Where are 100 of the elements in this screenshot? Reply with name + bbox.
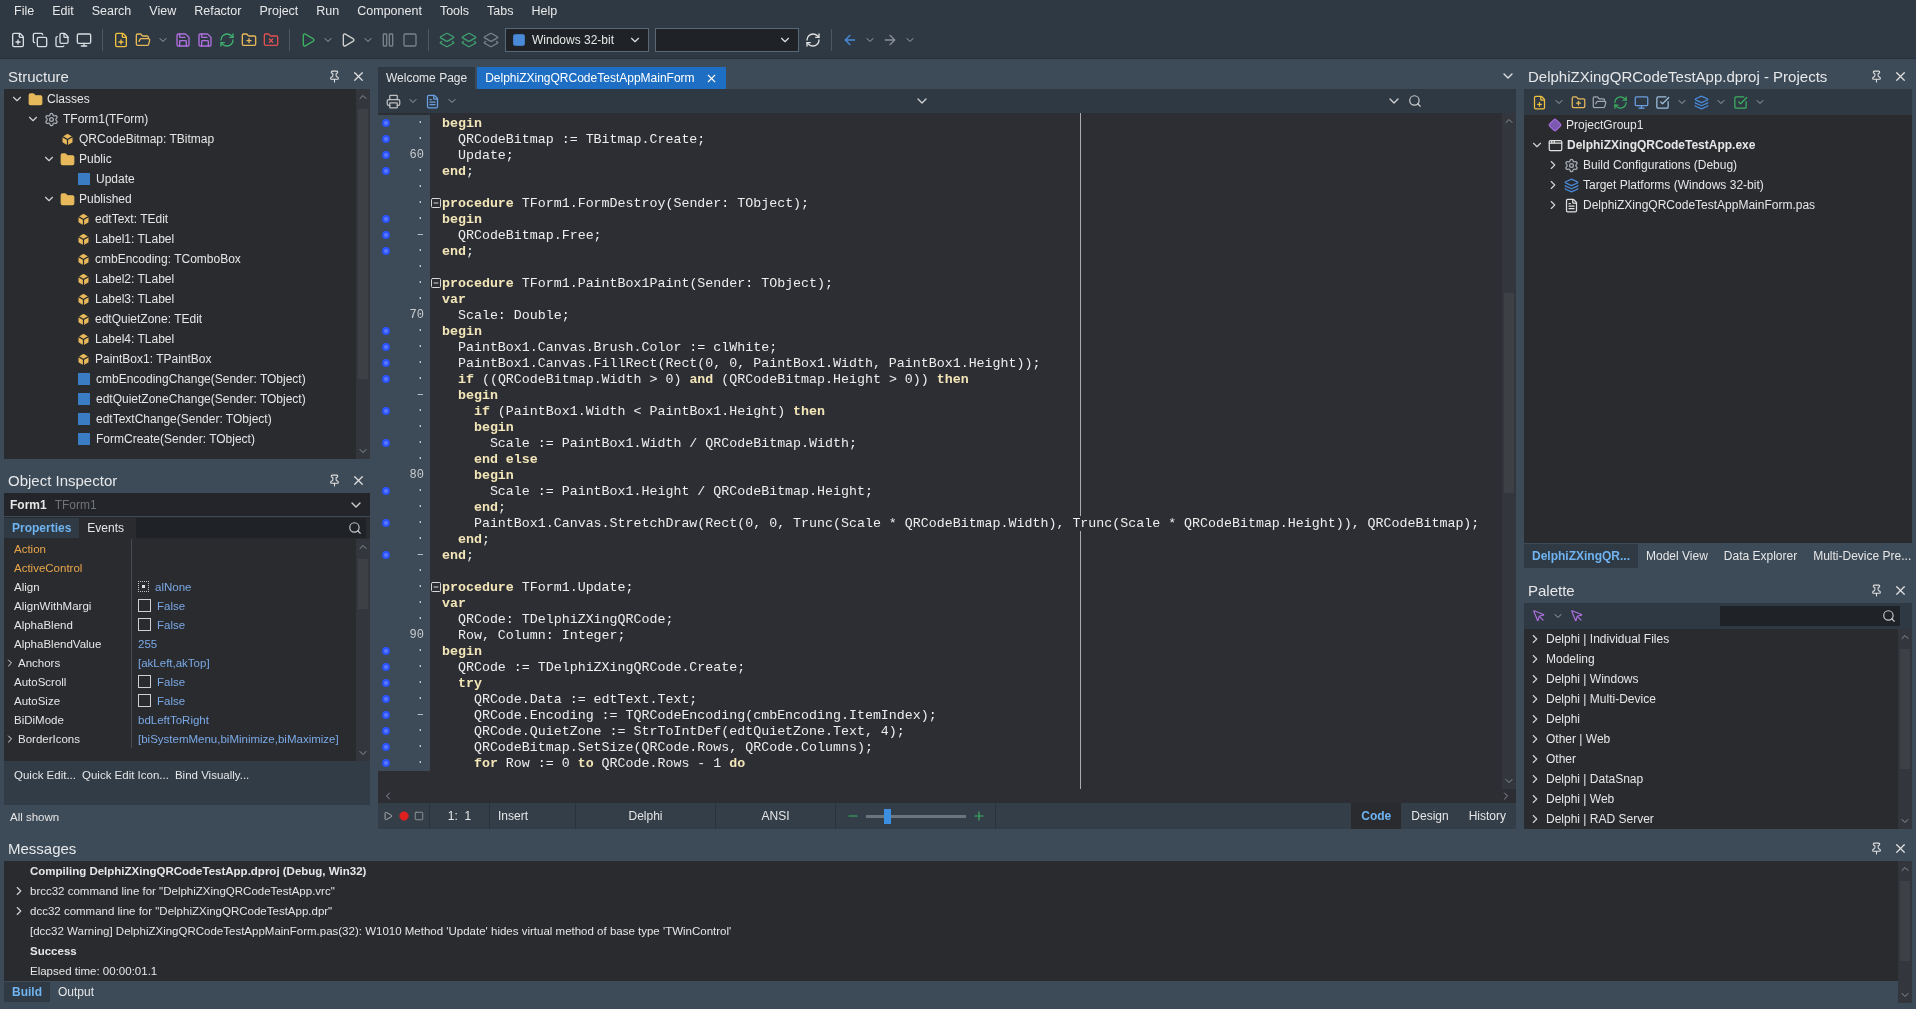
property-value[interactable]: False	[157, 599, 186, 612]
breakpoint-dot[interactable]	[382, 135, 390, 143]
property-name[interactable]: AutoScroll	[4, 672, 132, 691]
palette-category[interactable]: Other | Web	[1546, 732, 1611, 746]
property-name[interactable]: AutoSize	[4, 691, 132, 710]
refresh-icon[interactable]	[1613, 94, 1628, 110]
menu-item[interactable]: Project	[251, 1, 307, 22]
menu-item[interactable]: Component	[349, 1, 430, 22]
collapse-icon[interactable]	[430, 197, 442, 209]
breakpoint-dot[interactable]	[382, 727, 390, 735]
breakpoint-dot[interactable]	[382, 327, 390, 335]
property-value[interactable]: False	[157, 618, 186, 631]
property-value[interactable]: alNone	[155, 580, 192, 593]
panel-tab[interactable]: Model View	[1638, 544, 1716, 568]
palette-category[interactable]: Delphi | Individual Files	[1546, 632, 1670, 646]
new-file-icon[interactable]	[10, 32, 26, 49]
breakpoint-dot[interactable]	[382, 119, 390, 127]
play-icon[interactable]	[340, 32, 356, 49]
scrollbar[interactable]	[1898, 861, 1912, 1003]
pause-icon[interactable]	[380, 32, 396, 49]
property-value[interactable]: 255	[138, 637, 158, 650]
menu-item[interactable]: Help	[523, 1, 566, 22]
breakpoint-dot[interactable]	[382, 231, 390, 239]
tree-item[interactable]: edtText: TEdit	[95, 212, 169, 226]
scrollbar[interactable]	[356, 89, 370, 459]
inspector-tab[interactable]: Properties	[4, 518, 80, 538]
tree-item[interactable]: Label4: TLabel	[95, 332, 175, 346]
document-icon[interactable]	[425, 93, 440, 109]
scrollbar[interactable]	[1898, 629, 1912, 829]
play-icon[interactable]	[300, 32, 316, 49]
menu-item[interactable]: Search	[83, 1, 140, 22]
property-name[interactable]: Action	[4, 539, 132, 558]
scrollbar[interactable]	[356, 539, 370, 761]
breakpoint-dot[interactable]	[382, 359, 390, 367]
menu-item[interactable]: Run	[308, 1, 348, 22]
breakpoint-dot[interactable]	[382, 439, 390, 447]
action-link[interactable]: Quick Edit Icon...	[82, 769, 169, 781]
editor-tab[interactable]: DelphiZXingQRCodeTestAppMainForm	[477, 67, 726, 89]
search-field[interactable]	[136, 518, 366, 538]
save-icon[interactable]	[197, 32, 213, 49]
breakpoint-dot[interactable]	[382, 679, 390, 687]
palette-category[interactable]: Delphi | Windows	[1546, 672, 1639, 686]
tree-item[interactable]: Build Configurations (Debug)	[1583, 158, 1738, 172]
scrollbar[interactable]	[1502, 113, 1516, 789]
checkbox[interactable]	[138, 675, 151, 688]
tree-item[interactable]: edtQuietZone: TEdit	[95, 312, 203, 326]
refresh-icon[interactable]	[219, 32, 235, 49]
play-icon[interactable]	[383, 811, 394, 821]
menu-item[interactable]: View	[141, 1, 185, 22]
property-name[interactable]: AlphaBlend	[4, 615, 132, 634]
breakpoint-dot[interactable]	[382, 551, 390, 559]
panel-tab[interactable]: DelphiZXingQR...	[1524, 544, 1638, 568]
tree-item[interactable]: Public	[79, 152, 112, 166]
menu-item[interactable]: File	[6, 1, 43, 22]
breakpoint-dot[interactable]	[382, 743, 390, 751]
configuration-dropdown[interactable]	[655, 28, 799, 53]
breakpoint-dot[interactable]	[382, 663, 390, 671]
refresh-icon[interactable]	[805, 32, 821, 49]
tree-item[interactable]: FormCreate(Sender: TObject)	[96, 432, 255, 446]
tree-item[interactable]: TForm1(TForm)	[63, 112, 149, 126]
breakpoint-dot[interactable]	[382, 343, 390, 351]
folder-plus-icon[interactable]	[1571, 94, 1586, 110]
tree-item[interactable]: PaintBox1: TPaintBox	[95, 352, 212, 366]
property-value[interactable]: False	[157, 694, 186, 707]
menu-item[interactable]: Tools	[431, 1, 478, 22]
stop-icon[interactable]	[413, 811, 424, 821]
record-icon[interactable]	[398, 811, 409, 821]
pin-icon[interactable]	[1870, 841, 1883, 855]
tree-item[interactable]: cmbEncodingChange(Sender: TObject)	[96, 372, 306, 386]
layers-icon[interactable]	[439, 32, 455, 49]
breakpoint-dot[interactable]	[382, 247, 390, 255]
view-tab[interactable]: Design	[1401, 803, 1459, 829]
files-icon[interactable]	[54, 32, 70, 49]
property-name[interactable]: ActiveControl	[4, 558, 132, 577]
tree-item[interactable]: Published	[79, 192, 132, 206]
breakpoint-dot[interactable]	[382, 647, 390, 655]
pin-icon[interactable]	[1870, 583, 1883, 597]
plus-icon[interactable]	[971, 809, 986, 823]
menu-item[interactable]: Refactor	[186, 1, 250, 22]
checkbox[interactable]	[138, 599, 151, 612]
collapse-icon[interactable]	[430, 277, 442, 289]
menu-item[interactable]: Tabs	[479, 1, 522, 22]
new-file-icon[interactable]	[113, 32, 129, 49]
tree-item[interactable]: QRCodeBitmap: TBitmap	[79, 132, 215, 146]
folder-plus-icon[interactable]	[241, 32, 257, 49]
action-link[interactable]: Quick Edit...	[14, 769, 76, 781]
platform-dropdown[interactable]: Windows 32-bit	[505, 28, 649, 53]
tree-item[interactable]: Classes	[47, 92, 90, 106]
view-tab[interactable]: Code	[1351, 803, 1402, 829]
copy-icon[interactable]	[32, 32, 48, 49]
pin-icon[interactable]	[1870, 69, 1883, 83]
collapse-icon[interactable]	[430, 581, 442, 593]
monitor-icon[interactable]	[1634, 94, 1649, 110]
palette-category[interactable]: Other	[1546, 752, 1576, 766]
property-name[interactable]: AlphaBlendValue	[4, 634, 132, 653]
property-value[interactable]: [akLeft,akTop]	[138, 656, 210, 669]
action-link[interactable]: Bind Visually...	[174, 769, 250, 781]
panel-tab[interactable]: Build	[4, 982, 50, 1002]
property-name[interactable]: Anchors	[4, 653, 132, 672]
folder-open-icon[interactable]	[135, 32, 151, 49]
